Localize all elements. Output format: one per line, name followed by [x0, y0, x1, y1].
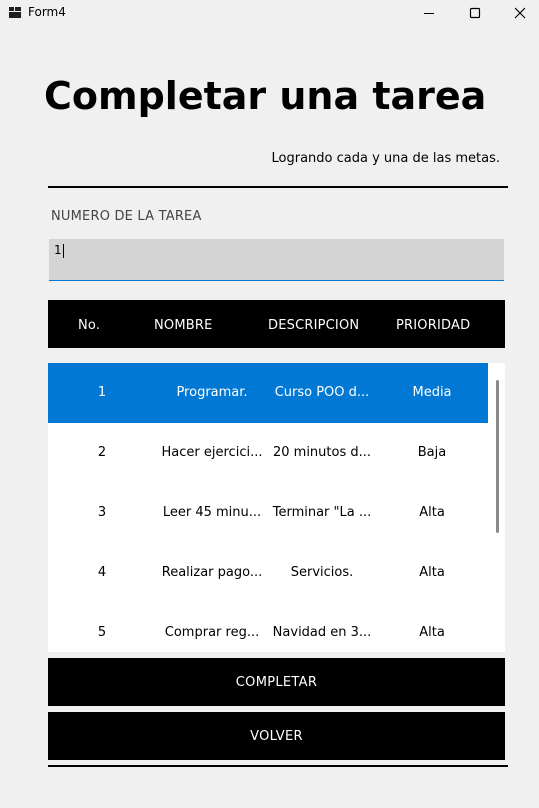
cell-descripcion: Curso POO d... — [274, 385, 370, 400]
cell-descripcion: Navidad en 3... — [272, 625, 372, 640]
cell-no: 2 — [97, 445, 107, 460]
cell-descripcion: Terminar "La ... — [272, 505, 372, 520]
cell-prioridad: Alta — [419, 505, 445, 520]
cell-nombre: Hacer ejercici... — [161, 445, 263, 460]
cell-no: 3 — [97, 505, 107, 520]
cell-no: 4 — [97, 565, 107, 580]
minimize-button[interactable] — [406, 0, 452, 26]
column-header-no: No. — [78, 318, 101, 333]
cell-nombre: Leer 45 minu... — [162, 505, 262, 520]
column-header-descripcion: DESCRIPCION — [268, 318, 360, 333]
page-title: Completar una tarea — [44, 74, 487, 118]
cell-no: 5 — [97, 625, 107, 640]
close-button[interactable] — [497, 0, 539, 26]
cell-prioridad: Alta — [419, 625, 445, 640]
cell-descripcion: Servicios. — [290, 565, 354, 580]
cell-prioridad: Baja — [417, 445, 447, 460]
window-title: Form4 — [28, 5, 66, 19]
complete-button[interactable]: COMPLETAR — [48, 658, 505, 706]
title-bar[interactable]: Form4 — [0, 0, 539, 26]
task-list[interactable]: 1 Programar. Curso POO d... Media 2 Hace… — [48, 363, 505, 652]
bottom-divider — [48, 765, 508, 767]
cell-prioridad: Alta — [419, 565, 445, 580]
text-caret — [62, 243, 64, 258]
task-number-label: NUMERO DE LA TAREA — [51, 209, 202, 224]
table-row[interactable]: 5 Comprar reg... Navidad en 3... Alta — [48, 603, 488, 652]
cell-nombre: Realizar pago... — [161, 565, 263, 580]
table-row[interactable]: 4 Realizar pago... Servicios. Alta — [48, 543, 488, 603]
table-header: No. NOMBRE DESCRIPCION PRIORIDAD — [48, 300, 505, 348]
maximize-icon — [469, 7, 481, 19]
minimize-icon — [424, 13, 434, 14]
column-header-prioridad: PRIORIDAD — [396, 318, 471, 333]
column-header-nombre: NOMBRE — [154, 318, 213, 333]
table-row[interactable]: 1 Programar. Curso POO d... Media — [48, 363, 488, 423]
close-icon — [514, 7, 526, 19]
cell-nombre: Comprar reg... — [164, 625, 260, 640]
cell-nombre: Programar. — [176, 385, 248, 400]
list-scrollbar[interactable] — [496, 380, 499, 533]
back-button[interactable]: VOLVER — [48, 712, 505, 760]
top-divider — [48, 186, 508, 188]
maximize-button[interactable] — [452, 0, 498, 26]
app-window-icon — [9, 7, 21, 18]
cell-prioridad: Media — [412, 385, 452, 400]
cell-no: 1 — [97, 385, 107, 400]
page-subtitle: Logrando cada y una de las metas. — [271, 151, 500, 166]
task-number-input[interactable]: 1 — [49, 239, 504, 281]
table-row[interactable]: 3 Leer 45 minu... Terminar "La ... Alta — [48, 483, 488, 543]
table-row[interactable]: 2 Hacer ejercici... 20 minutos d... Baja — [48, 423, 488, 483]
cell-descripcion: 20 minutos d... — [272, 445, 372, 460]
task-number-value: 1 — [54, 243, 62, 257]
